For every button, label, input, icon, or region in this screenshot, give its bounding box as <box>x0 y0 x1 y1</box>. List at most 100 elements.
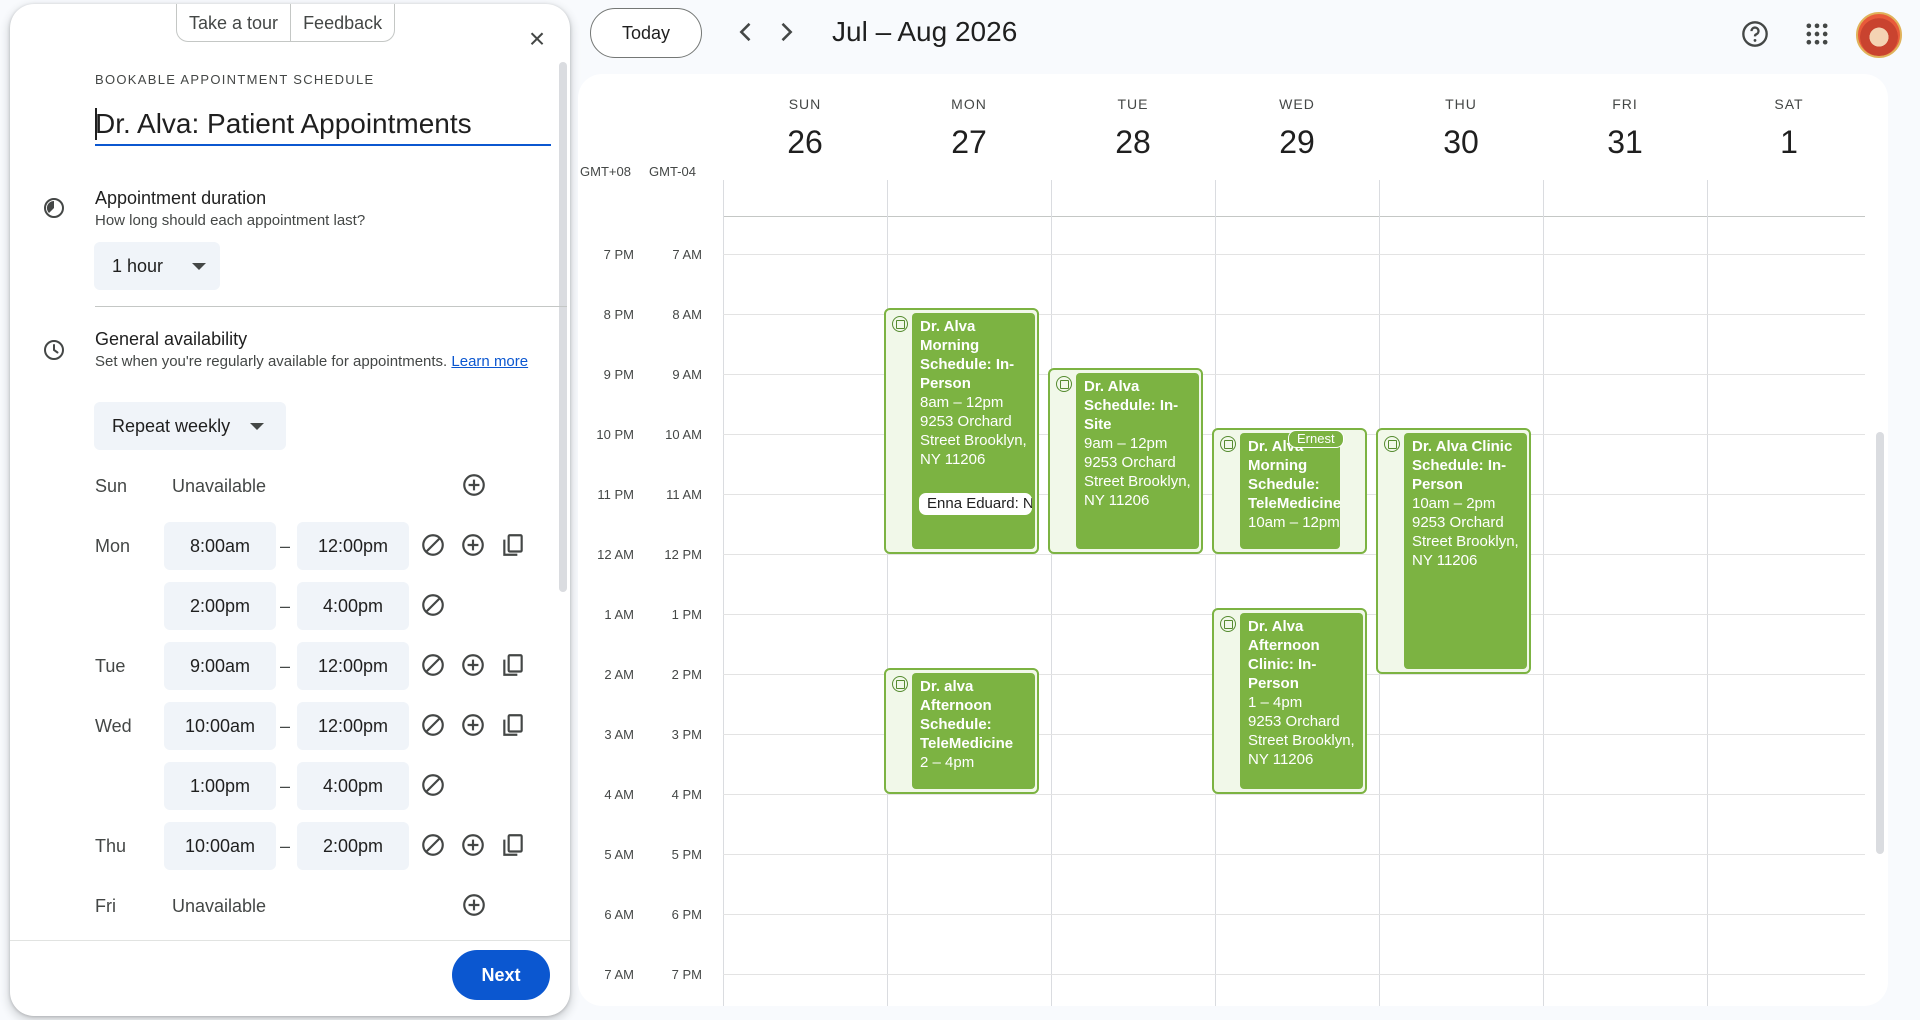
copy-icon[interactable] <box>500 712 526 738</box>
duration-subtitle: How long should each appointment last? <box>95 212 366 229</box>
help-icon[interactable] <box>1741 20 1769 48</box>
grid-vline <box>1707 180 1708 1006</box>
mon-start-2[interactable]: 2:00pm <box>164 582 276 630</box>
appointment-block-mon-afternoon[interactable]: Dr. alva Afternoon Schedule: TeleMedicin… <box>884 668 1039 794</box>
add-slot-icon[interactable] <box>461 472 487 498</box>
unavailable-icon[interactable] <box>420 772 446 798</box>
schedule-title-input[interactable]: Dr. Alva: Patient Appointments <box>95 104 551 146</box>
day-label-tue: Tue <box>95 656 126 676</box>
wed-start-1[interactable]: 10:00am <box>164 702 276 750</box>
booking-page-icon <box>1220 436 1236 452</box>
booking-page-icon <box>1056 376 1072 392</box>
chevron-down-icon <box>192 263 206 270</box>
today-button[interactable]: Today <box>590 8 702 58</box>
day-number: 26 <box>787 124 823 160</box>
booked-appointment-tag[interactable]: Ernest <box>1288 430 1344 448</box>
add-slot-icon[interactable] <box>460 832 486 858</box>
appointment-block-wed-morning[interactable]: Dr. Alva Morning Schedule: TeleMedicine … <box>1212 428 1367 554</box>
day-of-week: TUE <box>1117 96 1149 112</box>
day-number: 30 <box>1443 124 1479 160</box>
duration-value: 1 hour <box>112 256 164 276</box>
day-header-sat[interactable]: SAT 1 <box>1707 96 1871 161</box>
event-card[interactable]: Dr. alva Afternoon Schedule: TeleMedicin… <box>912 673 1035 789</box>
repeat-dropdown[interactable]: Repeat weekly <box>94 402 286 450</box>
panel-footer-divider <box>10 940 570 941</box>
event-card[interactable]: Dr. Alva Afternoon Clinic: In-Person 1 –… <box>1240 613 1363 789</box>
chevron-left-icon[interactable] <box>732 18 760 46</box>
copy-icon[interactable] <box>500 652 526 678</box>
week-calendar: GMT+08 GMT-04 SUN 26 MON 27 TUE 28 WED 29 TH… <box>578 74 1888 1006</box>
day-of-week: WED <box>1279 96 1315 112</box>
tue-start-1[interactable]: 9:00am <box>164 642 276 690</box>
hour-label-secondary: 9 PM <box>603 367 634 382</box>
chevron-down-icon <box>250 423 264 430</box>
chevron-right-icon[interactable] <box>772 18 800 46</box>
day-header-tue[interactable]: TUE 28 <box>1051 96 1215 161</box>
thu-end-1[interactable]: 2:00pm <box>297 822 409 870</box>
unavailable-icon[interactable] <box>420 712 446 738</box>
learn-more-link[interactable]: Learn more <box>451 353 528 370</box>
hour-label-secondary: 12 AM <box>597 547 634 562</box>
day-header-sun[interactable]: SUN 26 <box>723 96 887 161</box>
day-number: 1 <box>1780 124 1798 160</box>
hour-label-secondary: 7 AM <box>604 967 634 982</box>
hour-label-primary: 5 PM <box>671 847 702 862</box>
mon-end-1[interactable]: 12:00pm <box>297 522 409 570</box>
clock-icon <box>44 340 64 360</box>
calendar-scrollbar[interactable] <box>1876 432 1884 854</box>
panel-scrollbar[interactable] <box>559 62 567 592</box>
wed-start-2[interactable]: 1:00pm <box>164 762 276 810</box>
unavailable-icon[interactable] <box>420 652 446 678</box>
appointment-block-tue[interactable]: Dr. Alva Schedule: In-Site 9am – 12pm 92… <box>1048 368 1203 554</box>
wed-end-2[interactable]: 4:00pm <box>297 762 409 810</box>
appointment-block-wed-afternoon[interactable]: Dr. Alva Afternoon Clinic: In-Person 1 –… <box>1212 608 1367 794</box>
mon-start-1[interactable]: 8:00am <box>164 522 276 570</box>
timezone-primary: GMT-04 <box>649 164 696 179</box>
event-location: 9253 Orchard Street Brooklyn, NY 11206 <box>1248 713 1355 768</box>
appointment-block-thu[interactable]: Dr. Alva Clinic Schedule: In-Person 10am… <box>1376 428 1531 674</box>
copy-icon[interactable] <box>500 832 526 858</box>
event-card[interactable]: Dr. Alva Clinic Schedule: In-Person 10am… <box>1404 433 1527 669</box>
event-card[interactable]: Dr. Alva Morning Schedule: TeleMedicine … <box>1240 433 1340 549</box>
unavailable-icon[interactable] <box>420 832 446 858</box>
event-time: 10am – 2pm <box>1412 495 1496 512</box>
booking-page-icon <box>892 316 908 332</box>
panel-top-tabs: Take a tour Feedback <box>176 4 396 42</box>
time-dash: – <box>280 776 291 796</box>
add-slot-icon[interactable] <box>460 712 486 738</box>
day-header-thu[interactable]: THU 30 <box>1379 96 1543 161</box>
grid-vline <box>1543 180 1544 1006</box>
mon-end-2[interactable]: 4:00pm <box>297 582 409 630</box>
booking-page-icon <box>1220 616 1236 632</box>
hour-label-primary: 10 AM <box>665 427 702 442</box>
add-slot-icon[interactable] <box>460 532 486 558</box>
unavailable-icon[interactable] <box>420 532 446 558</box>
tue-end-1[interactable]: 12:00pm <box>297 642 409 690</box>
booked-appointment-chip[interactable]: Enna Eduard: N <box>918 492 1033 516</box>
add-slot-icon[interactable] <box>460 652 486 678</box>
schedule-side-panel: Take a tour Feedback × BOOKABLE APPOINTM… <box>10 4 570 1016</box>
appointment-block-mon-morning[interactable]: Dr. Alva Morning Schedule: In-Person 8am… <box>884 308 1039 554</box>
add-slot-icon[interactable] <box>461 892 487 918</box>
availability-subtitle-text: Set when you're regularly available for … <box>95 353 448 370</box>
unavailable-icon[interactable] <box>420 592 446 618</box>
account-avatar[interactable] <box>1856 12 1902 58</box>
apps-grid-icon[interactable] <box>1803 20 1831 48</box>
close-icon[interactable]: × <box>522 24 552 54</box>
day-header-wed[interactable]: WED 29 <box>1215 96 1379 161</box>
take-tour-button[interactable]: Take a tour <box>177 4 290 41</box>
duration-dropdown[interactable]: 1 hour <box>94 242 220 290</box>
thu-start-1[interactable]: 10:00am <box>164 822 276 870</box>
copy-icon[interactable] <box>500 532 526 558</box>
timezone-secondary: GMT+08 <box>580 164 631 179</box>
day-label-mon: Mon <box>95 536 131 556</box>
wed-end-1[interactable]: 12:00pm <box>297 702 409 750</box>
feedback-button[interactable]: Feedback <box>290 4 394 41</box>
event-card[interactable]: Dr. Alva Schedule: In-Site 9am – 12pm 92… <box>1076 373 1199 549</box>
section-divider <box>95 306 567 307</box>
day-header-mon[interactable]: MON 27 <box>887 96 1051 161</box>
day-header-fri[interactable]: FRI 31 <box>1543 96 1707 161</box>
grid-hline <box>723 914 1865 915</box>
grid-hline <box>723 854 1865 855</box>
next-button[interactable]: Next <box>452 950 550 1000</box>
